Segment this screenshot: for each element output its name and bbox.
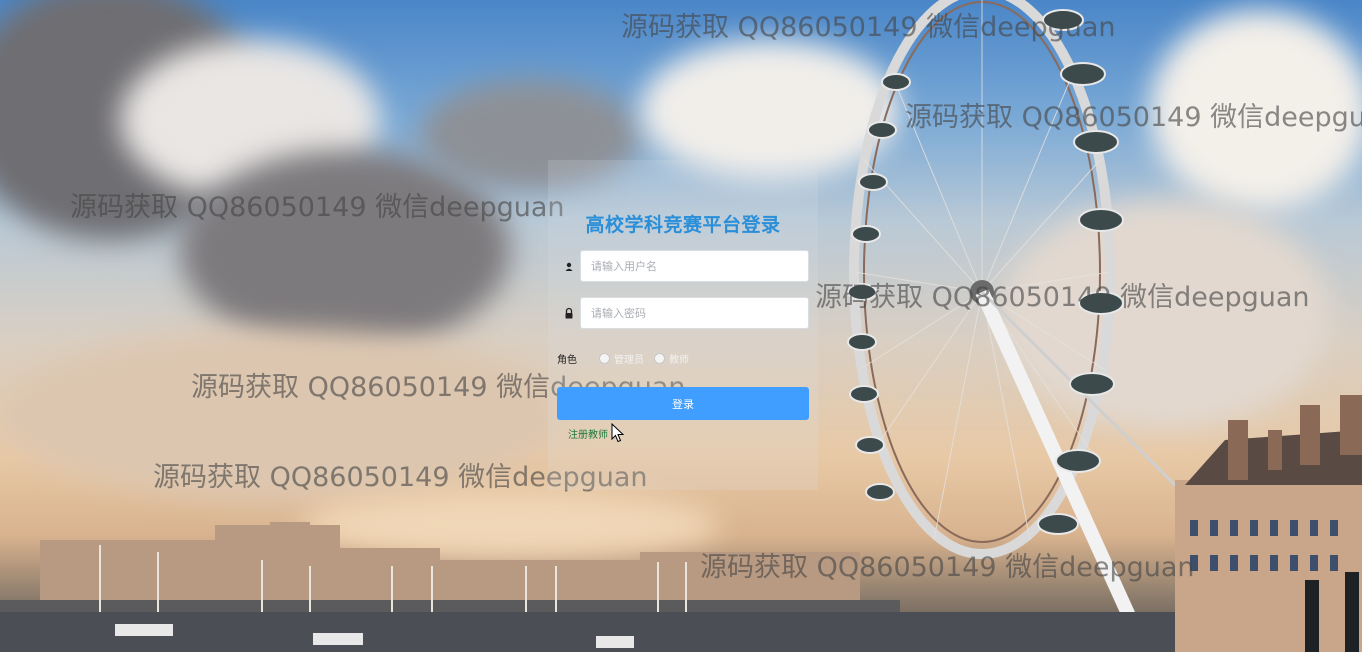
role-label: 角色 (557, 354, 577, 366)
watermark: 源码获取 QQ86050149 微信deepguan (905, 102, 1362, 133)
password-row (558, 297, 810, 331)
role-radio-admin[interactable] (599, 352, 610, 364)
watermark: 源码获取 QQ86050149 微信deepguan (700, 552, 1195, 583)
watermark: 源码获取 QQ86050149 微信deepguan (70, 192, 565, 223)
password-input[interactable] (580, 297, 809, 329)
login-form-panel: 高校学科竞赛平台登录 角色 管理员 (548, 160, 818, 490)
mouse-cursor-icon (611, 423, 625, 443)
role-option-admin-label: 管理员 (614, 354, 644, 366)
user-icon (562, 259, 576, 275)
username-input[interactable] (580, 250, 809, 282)
login-page-background: 源码获取 QQ86050149 微信deepguan 源码获取 QQ860501… (0, 0, 1362, 652)
username-row (558, 250, 810, 284)
role-option-teacher-label: 教师 (669, 354, 689, 366)
login-title: 高校学科竞赛平台登录 (585, 214, 781, 236)
lock-icon (562, 306, 576, 322)
role-selector: 角色 管理员 教师 (557, 350, 807, 366)
watermark: 源码获取 QQ86050149 微信deepguan (621, 12, 1116, 43)
register-teacher-link[interactable]: 注册教师 (568, 426, 608, 441)
login-button[interactable]: 登录 (557, 387, 809, 420)
watermark: 源码获取 QQ86050149 微信deepguan (815, 282, 1310, 313)
role-radio-teacher[interactable] (654, 352, 665, 364)
